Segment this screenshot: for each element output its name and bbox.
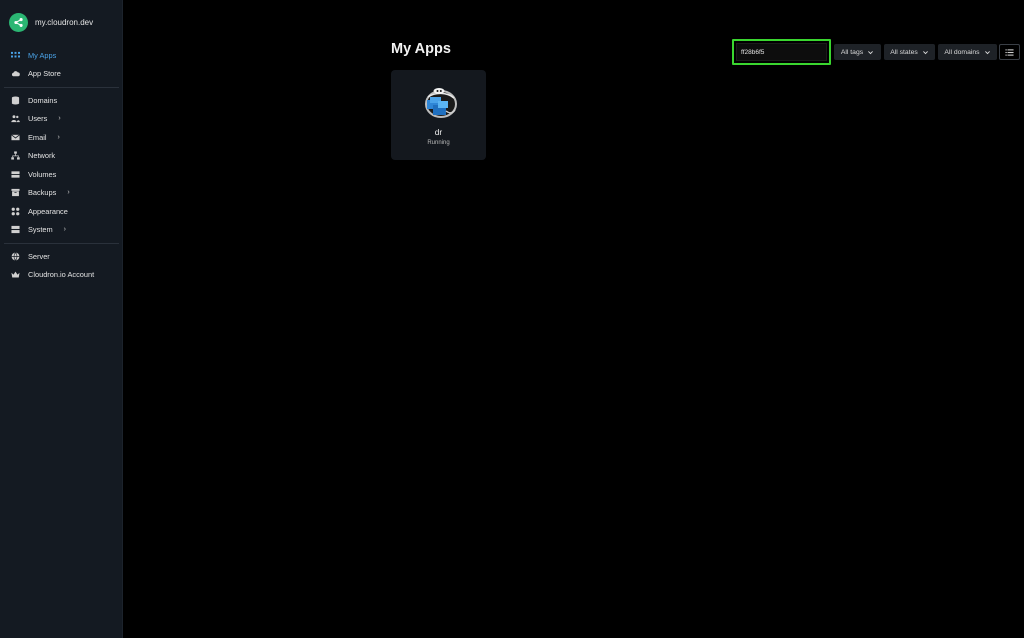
sidebar-item-my-apps[interactable]: My Apps bbox=[0, 46, 123, 65]
sidebar-divider bbox=[4, 86, 119, 88]
sidebar-item-server[interactable]: Server bbox=[0, 247, 123, 266]
sidebar-nav: My Apps App Store Domains Users › Email … bbox=[0, 46, 123, 284]
sidebar-item-domains[interactable]: Domains bbox=[0, 91, 123, 110]
filter-tags-dropdown[interactable]: All tags bbox=[834, 44, 881, 60]
sidebar-item-email[interactable]: Email › bbox=[0, 128, 123, 147]
app-card-name: dr bbox=[434, 127, 443, 137]
sidebar-item-app-store[interactable]: App Store bbox=[0, 65, 123, 84]
filter-domains-label: All domains bbox=[944, 48, 980, 56]
sidebar-item-network[interactable]: Network bbox=[0, 147, 123, 166]
palette-icon bbox=[11, 207, 20, 216]
archive-icon bbox=[11, 188, 20, 197]
sidebar-item-label: Server bbox=[28, 251, 50, 261]
sidebar-item-appearance[interactable]: Appearance bbox=[0, 202, 123, 221]
cloudron-logo-icon bbox=[9, 12, 28, 32]
crown-icon bbox=[11, 270, 20, 279]
app-card[interactable]: dr Running bbox=[391, 70, 486, 160]
hdd-icon bbox=[11, 170, 20, 179]
app-card-status: Running bbox=[427, 140, 450, 146]
globe-icon bbox=[11, 252, 20, 261]
sidebar-item-label: Email bbox=[28, 132, 47, 142]
sidebar-item-label: Volumes bbox=[28, 169, 57, 179]
sidebar-item-cloudron-account[interactable]: Cloudron.io Account bbox=[0, 266, 123, 285]
sidebar-item-label: Backups bbox=[28, 188, 57, 198]
sidebar-item-system[interactable]: System › bbox=[0, 221, 123, 240]
chevron-right-icon: › bbox=[58, 115, 61, 123]
grid-icon bbox=[11, 51, 20, 60]
network-icon bbox=[11, 151, 20, 160]
sidebar-item-volumes[interactable]: Volumes bbox=[0, 165, 123, 184]
brand[interactable]: my.cloudron.dev bbox=[9, 12, 93, 32]
chevron-down-icon bbox=[922, 50, 928, 54]
chevron-down-icon bbox=[868, 50, 874, 54]
database-icon bbox=[11, 96, 20, 105]
search-highlight bbox=[732, 39, 831, 65]
chevron-right-icon: › bbox=[57, 133, 60, 141]
filter-states-label: All states bbox=[890, 48, 918, 56]
sidebar-item-label: Appearance bbox=[28, 206, 68, 216]
sidebar-item-label: System bbox=[28, 225, 53, 235]
page-title: My Apps bbox=[391, 41, 451, 57]
list-icon bbox=[1005, 48, 1014, 56]
app-icon bbox=[424, 88, 457, 118]
app-root: my.cloudron.dev My Apps App Store Domain… bbox=[0, 0, 1024, 638]
chevron-right-icon: › bbox=[63, 226, 66, 234]
sidebar-divider bbox=[4, 242, 119, 244]
sidebar-item-label: Users bbox=[28, 114, 48, 124]
brand-name: my.cloudron.dev bbox=[35, 17, 94, 27]
sidebar-item-label: App Store bbox=[28, 69, 61, 79]
sidebar-item-backups[interactable]: Backups › bbox=[0, 184, 123, 203]
chevron-right-icon: › bbox=[67, 189, 70, 197]
sidebar-item-label: Network bbox=[28, 151, 56, 161]
sidebar-item-label: Domains bbox=[28, 95, 58, 105]
sidebar: my.cloudron.dev My Apps App Store Domain… bbox=[0, 0, 123, 638]
filter-domains-dropdown[interactable]: All domains bbox=[938, 44, 997, 60]
sidebar-item-users[interactable]: Users › bbox=[0, 110, 123, 129]
chevron-down-icon bbox=[984, 50, 990, 54]
filter-tags-label: All tags bbox=[840, 48, 864, 56]
cloud-icon bbox=[11, 69, 20, 78]
filter-states-dropdown[interactable]: All states bbox=[884, 44, 935, 60]
server-icon bbox=[11, 225, 20, 234]
users-icon bbox=[11, 114, 20, 123]
search-input[interactable] bbox=[736, 43, 827, 61]
list-view-toggle-button[interactable] bbox=[999, 44, 1020, 60]
sidebar-item-label: My Apps bbox=[28, 50, 57, 60]
sidebar-item-label: Cloudron.io Account bbox=[28, 270, 95, 280]
envelope-icon bbox=[11, 133, 20, 142]
